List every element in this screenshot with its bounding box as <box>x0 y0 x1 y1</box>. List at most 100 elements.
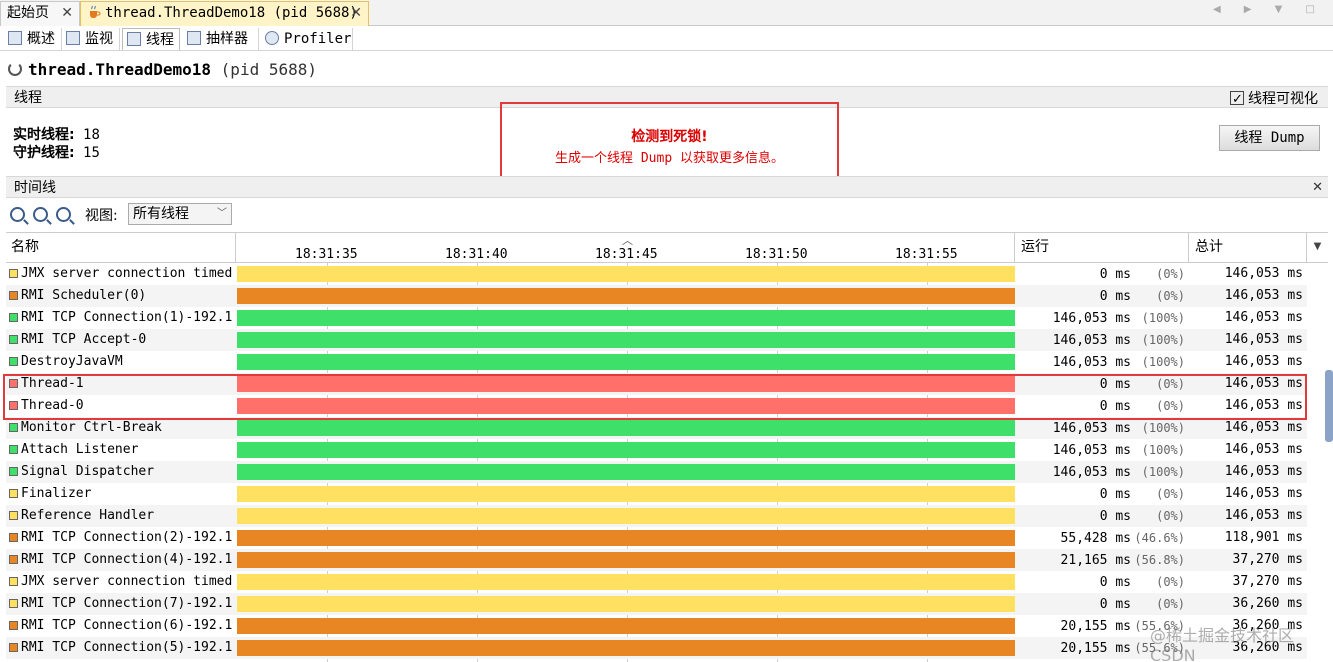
column-header-run[interactable]: 运行 <box>1015 233 1189 263</box>
run-ms: 146,053 ms <box>1052 443 1131 458</box>
thread-stats: 实时线程: 18 守护线程: 15 <box>13 126 100 162</box>
table-row[interactable]: RMI TCP Connection(7)-192.1 0 ms (0%) 36,26… <box>6 593 1307 615</box>
loading-icon <box>8 62 22 76</box>
run-time: 0 ms (0%) <box>1015 593 1189 616</box>
total-time: 146,053 ms <box>1224 332 1303 347</box>
scrollbar-thumb[interactable] <box>1325 370 1333 442</box>
table-row[interactable]: Reference Handler 0 ms (0%) 146,053 ms <box>6 505 1307 527</box>
run-time: 21,165 ms (56.8%) <box>1015 549 1189 572</box>
table-row[interactable]: RMI TCP Connection(2)-192.1 55,428 ms (46.… <box>6 527 1307 549</box>
table-row[interactable]: JMX server connection timed 0 ms (0%) 146,0… <box>6 263 1307 285</box>
table-row[interactable]: RMI TCP Connection(1)-192.1 146,053 ms (10… <box>6 307 1307 329</box>
thread-state-bar <box>237 332 1015 348</box>
state-swatch <box>9 269 18 278</box>
total-time: 118,901 ms <box>1224 530 1303 545</box>
table-row[interactable]: RMI TCP Connection(6)-192.1 20,155 ms (55.… <box>6 615 1307 637</box>
total-time: 146,053 ms <box>1224 266 1303 281</box>
chevron-down-icon: ﹀ <box>217 208 227 219</box>
close-icon[interactable]: ✕ <box>1312 177 1323 199</box>
zoom-fit-icon[interactable] <box>56 207 71 222</box>
tab-nav-arrows[interactable]: ◀ ▶ ▼ □ <box>1213 4 1325 15</box>
state-swatch <box>9 555 18 564</box>
table-row[interactable]: RMI TCP Accept-0 146,053 ms (100%) 146,053 … <box>6 329 1307 351</box>
thread-visualization-checkbox[interactable]: 线程可视化 <box>1230 88 1318 111</box>
thread-name: Reference Handler <box>21 508 155 523</box>
column-menu-icon[interactable]: ▼ <box>1307 233 1328 263</box>
run-time: 0 ms (0%) <box>1015 505 1189 528</box>
state-swatch <box>9 577 18 586</box>
java-cup-icon <box>87 4 101 18</box>
thread-dump-button[interactable]: 线程 Dump <box>1219 125 1320 151</box>
run-percent: (100%) <box>1141 333 1185 347</box>
deadlock-message: 生成一个线程 Dump 以获取更多信息。 <box>555 151 784 166</box>
tab-sampler[interactable]: 抽样器 <box>183 28 259 50</box>
tab-start-page[interactable]: 起始页 ✕ <box>0 1 80 26</box>
table-row[interactable]: DestroyJavaVM 146,053 ms (100%) 146,053 ms <box>6 351 1307 373</box>
run-ms: 146,053 ms <box>1052 465 1131 480</box>
run-percent: (0%) <box>1156 597 1185 611</box>
tab-threads[interactable]: 线程 <box>122 28 180 50</box>
table-row[interactable]: RMI Scheduler(0) 0 ms (0%) 146,053 ms <box>6 285 1307 307</box>
run-percent: (0%) <box>1156 487 1185 501</box>
table-row[interactable]: Monitor Ctrl-Break 146,053 ms (100%) 146,05… <box>6 417 1307 439</box>
tab-overview[interactable]: 概述 <box>4 28 62 50</box>
column-header-total[interactable]: 总计 <box>1189 233 1307 263</box>
tab-monitor[interactable]: 监视 <box>62 28 120 50</box>
run-percent: (0%) <box>1156 575 1185 589</box>
page-title: thread.ThreadDemo18 (pid 5688) <box>8 60 317 79</box>
checkbox-checked-icon[interactable] <box>1230 89 1244 111</box>
threads-icon <box>127 32 141 46</box>
run-ms: 0 ms <box>1099 487 1131 502</box>
zoom-in-icon[interactable] <box>10 207 25 222</box>
run-ms: 0 ms <box>1099 575 1131 590</box>
process-pid: (pid 5688) <box>220 60 317 79</box>
run-time: 55,428 ms (46.6%) <box>1015 527 1189 550</box>
state-swatch <box>9 599 18 608</box>
thread-name: RMI TCP Connection(5)-192.1 <box>21 640 233 655</box>
timeline-toolbar: 视图: 所有线程 ﹀ <box>6 202 1328 228</box>
thread-visualization-label: 线程可视化 <box>1248 91 1318 107</box>
run-ms: 21,165 ms <box>1060 553 1131 568</box>
table-row[interactable]: Signal Dispatcher 146,053 ms (100%) 146,053… <box>6 461 1307 483</box>
state-swatch <box>9 291 18 300</box>
state-swatch <box>9 357 18 366</box>
live-threads-value: 18 <box>83 127 100 143</box>
close-icon[interactable]: ✕ <box>61 2 73 25</box>
run-time: 146,053 ms (100%) <box>1015 329 1189 352</box>
run-ms: 146,053 ms <box>1052 421 1131 436</box>
table-row[interactable]: RMI TCP Connection(5)-192.1 20,155 ms (55.… <box>6 637 1307 659</box>
column-header-timeline[interactable]: ︿ 18:31:35 18:31:40 18:31:45 18:31:50 18… <box>236 233 1015 263</box>
run-ms: 20,155 ms <box>1060 641 1131 656</box>
thread-name: JMX server connection timed <box>21 574 233 589</box>
monitor-icon <box>66 31 80 45</box>
run-ms: 146,053 ms <box>1052 355 1131 370</box>
view-tab-bar: 概述 监视 线程 抽样器 Profiler <box>0 27 1333 51</box>
total-time: 37,270 ms <box>1232 574 1303 589</box>
profiler-icon <box>265 31 279 45</box>
run-percent: (0%) <box>1156 509 1185 523</box>
thread-state-bar <box>237 266 1015 282</box>
thread-state-bar <box>237 486 1015 502</box>
timeline-section-header: 时间线 ✕ <box>6 176 1328 198</box>
thread-state-bar <box>237 288 1015 304</box>
total-time: 36,260 ms <box>1232 596 1303 611</box>
view-select[interactable]: 所有线程 ﹀ <box>128 203 232 225</box>
tab-thread-demo[interactable]: thread.ThreadDemo18 (pid 5688) ✕ <box>80 1 369 26</box>
thread-name: RMI TCP Connection(6)-192.1 <box>21 618 233 633</box>
thread-name: Monitor Ctrl-Break <box>21 420 162 435</box>
view-label: 视图: <box>85 208 118 224</box>
thread-state-bar <box>237 354 1015 370</box>
zoom-out-icon[interactable] <box>33 207 48 222</box>
tab-profiler-label: Profiler <box>284 31 352 47</box>
tab-profiler[interactable]: Profiler <box>261 28 353 50</box>
table-row[interactable]: Attach Listener 146,053 ms (100%) 146,053 m… <box>6 439 1307 461</box>
table-row[interactable]: Finalizer 0 ms (0%) 146,053 ms <box>6 483 1307 505</box>
total-time: 146,053 ms <box>1224 354 1303 369</box>
thread-name: DestroyJavaVM <box>21 354 123 369</box>
state-swatch <box>9 511 18 520</box>
table-row[interactable]: RMI TCP Connection(4)-192.1 21,165 ms (56.… <box>6 549 1307 571</box>
run-ms: 0 ms <box>1099 267 1131 282</box>
close-icon[interactable]: ✕ <box>350 2 362 25</box>
table-row[interactable]: JMX server connection timed 0 ms (0%) 37,27… <box>6 571 1307 593</box>
column-header-name[interactable]: 名称 <box>6 233 236 263</box>
